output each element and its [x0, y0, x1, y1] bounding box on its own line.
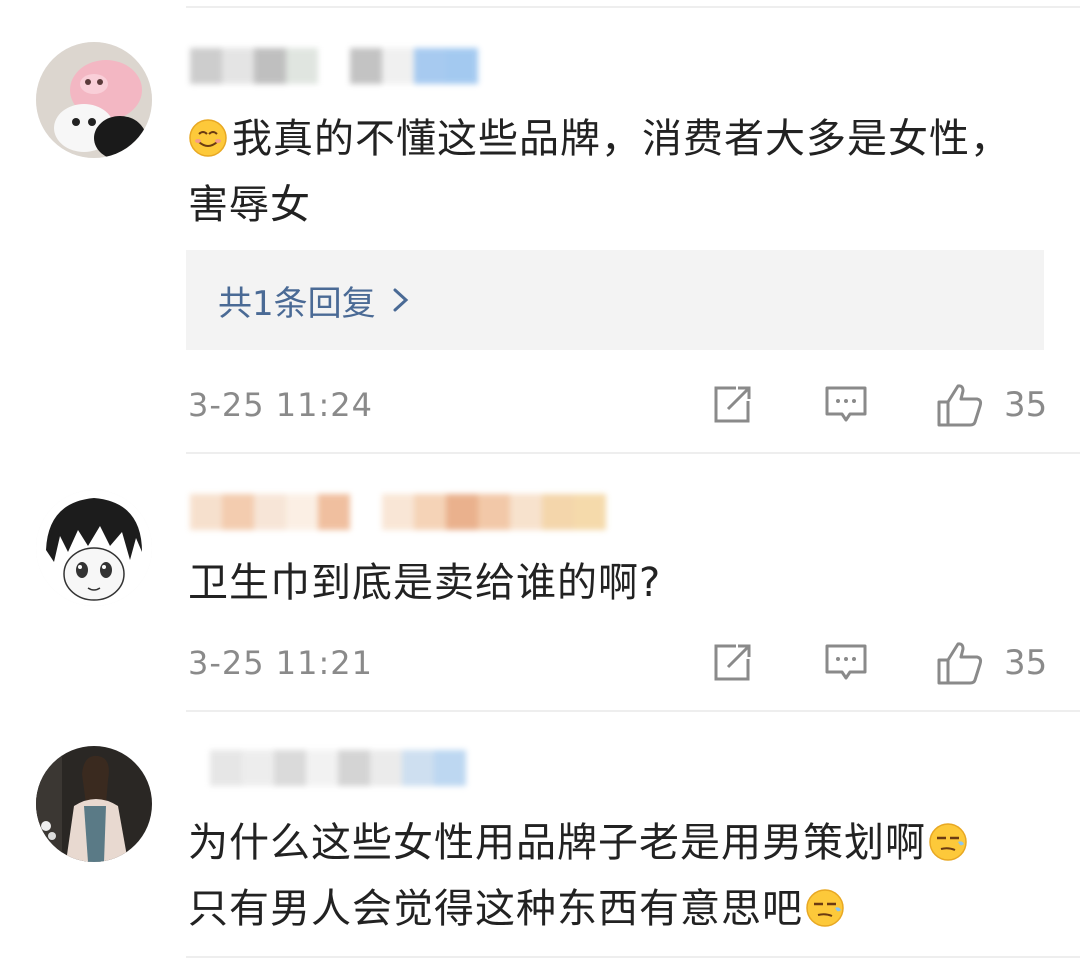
comment-button[interactable] [824, 380, 868, 430]
comment-body-line-2: 只有男人会觉得这种东西有意思吧 [188, 886, 803, 932]
timestamp: 3-25 11:21 [188, 644, 374, 682]
reply-count-label: 共1条回复 [218, 283, 376, 324]
reply-box[interactable]: 共1条回复 [186, 250, 1044, 350]
username-blurred[interactable] [190, 48, 478, 84]
repost-icon [714, 644, 751, 681]
avatar-image [36, 490, 152, 606]
like-count: 35 [1004, 643, 1048, 683]
avatar[interactable] [36, 746, 152, 862]
avatar[interactable] [36, 490, 152, 606]
comment-icon [825, 644, 867, 680]
timestamp: 3-25 11:24 [188, 386, 374, 424]
comment-meta: 3-25 11:24 35 [188, 380, 1047, 430]
username-blurred[interactable] [190, 750, 466, 786]
username-blurred[interactable] [190, 494, 606, 530]
divider [186, 710, 1080, 712]
chevron-right-icon [393, 288, 408, 312]
comment-text: 卫生巾到底是卖给谁的啊? [188, 550, 1020, 616]
comment-meta: 3-25 11:21 35 [188, 638, 1047, 688]
smirk-face-emoji-icon [806, 889, 844, 927]
comment-icon [825, 386, 867, 422]
comment-body: 我真的不懂这些品牌，消费者大多是女性，害辱女 [188, 116, 1011, 228]
comment-text: 我真的不懂这些品牌，消费者大多是女性，害辱女 [188, 106, 1020, 238]
like-count: 35 [1004, 385, 1048, 425]
divider-bottom [186, 956, 1080, 958]
repost-icon [714, 386, 751, 423]
like-button[interactable]: 35 [936, 638, 1047, 688]
smirk-face-emoji-icon [929, 823, 967, 861]
repost-button[interactable] [710, 380, 754, 430]
avatar-image [36, 42, 152, 158]
repost-button[interactable] [710, 638, 754, 688]
comment-button[interactable] [824, 638, 868, 688]
comment-body-line-1: 为什么这些女性用品牌子老是用男策划啊 [188, 820, 926, 866]
like-button[interactable]: 35 [936, 380, 1047, 430]
thumbs-up-icon [937, 384, 983, 427]
comment-line-1: 为什么这些女性用品牌子老是用男策划啊 [188, 810, 1020, 876]
comment-text: 为什么这些女性用品牌子老是用男策划啊 只有男人会觉得这种东西有意思吧 [188, 810, 1020, 942]
avatar-image [36, 746, 152, 862]
comment-line-2: 只有男人会觉得这种东西有意思吧 [188, 876, 1020, 942]
thumbs-up-icon [937, 642, 983, 685]
divider-top [186, 6, 1080, 8]
smiling-face-emoji-icon [189, 119, 227, 157]
comment-body: 卫生巾到底是卖给谁的啊? [188, 560, 662, 606]
avatar[interactable] [36, 42, 152, 158]
view-replies-link[interactable]: 共1条回复 [218, 276, 410, 325]
divider [186, 452, 1080, 454]
